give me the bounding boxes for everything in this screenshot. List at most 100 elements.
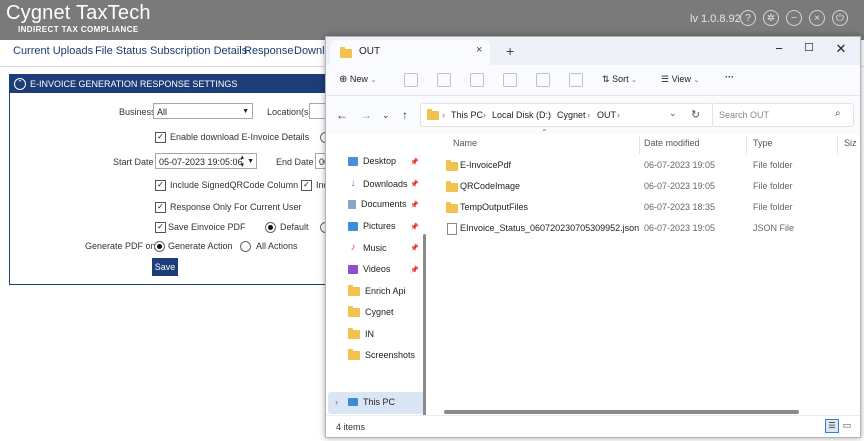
computer-icon [348, 398, 358, 406]
include-qr-checkbox[interactable]: ✓ [155, 180, 166, 191]
expand-chevron-icon[interactable]: › [335, 397, 338, 407]
column-divider[interactable] [837, 136, 838, 154]
folder-icon [348, 348, 360, 360]
address-bar[interactable]: › This PC › Local Disk (D:) › Cygnet › O… [420, 103, 714, 127]
file-row[interactable]: TempOutputFiles 06-07-2023 18:35 File fo… [432, 197, 852, 217]
pin-icon[interactable]: 📌 [410, 266, 419, 274]
up-icon[interactable]: ↑ [402, 108, 408, 122]
forward-icon[interactable]: → [360, 108, 372, 122]
minimize-icon[interactable]: − [786, 10, 802, 26]
nav-item-cygnet[interactable]: Cygnet [348, 305, 394, 317]
save-button[interactable]: Save [152, 258, 178, 276]
search-icon[interactable]: ⌕ [835, 108, 841, 119]
file-type: JSON File [753, 223, 795, 233]
business-value: All [157, 107, 168, 117]
pin-icon[interactable]: 📌 [410, 180, 419, 188]
more-options-button[interactable]: ··· [725, 72, 734, 82]
nav-item-downloads[interactable]: ↓ Downloads [348, 178, 408, 189]
details-view-icon[interactable]: ☰ [825, 419, 839, 433]
column-header-date[interactable]: Date modified [644, 138, 700, 148]
nav-item-label: Screenshots [365, 350, 416, 360]
delete-icon[interactable] [569, 73, 583, 87]
start-date-input[interactable]: 05-07-2023 19:05:06 ▴ ▾ ▼ [155, 153, 257, 169]
search-input[interactable]: Search OUT [719, 110, 769, 120]
nav-response[interactable]: Response [244, 45, 294, 57]
nav-item-music[interactable]: ♪ Music [348, 242, 387, 253]
breadcrumb-local-disk[interactable]: Local Disk (D:) [492, 110, 551, 120]
nav-scrollbar[interactable] [423, 234, 426, 437]
gear-icon[interactable]: ✲ [763, 10, 779, 26]
cut-icon[interactable] [404, 73, 418, 87]
business-select[interactable]: All ▼ [153, 103, 253, 119]
file-row[interactable]: E-InvoicePdf 06-07-2023 19:05 File folde… [432, 155, 852, 175]
sort-button[interactable]: ⇅ Sort ⌄ [602, 74, 637, 85]
folder-icon [446, 181, 458, 192]
column-header-size[interactable]: Siz [844, 138, 857, 148]
pin-icon[interactable]: 📌 [410, 223, 419, 231]
spin-icon[interactable]: ▴ ▾ [240, 154, 244, 170]
paste-icon[interactable] [470, 73, 484, 87]
recent-locations-icon[interactable]: ⌄ [382, 110, 390, 121]
nav-item-pictures[interactable]: Pictures [348, 221, 396, 231]
enable-download-checkbox[interactable]: ✓ [155, 132, 166, 143]
new-button[interactable]: ⊕ New ⌄ [339, 74, 376, 85]
file-name: E-InvoicePdf [460, 160, 512, 170]
pin-icon[interactable]: 📌 [410, 158, 419, 166]
new-tab-icon[interactable]: + [506, 43, 514, 59]
power-icon[interactable]: ⏻ [832, 10, 848, 26]
close-window-icon[interactable]: ✕ [826, 41, 856, 57]
close-icon[interactable]: × [809, 10, 825, 26]
nav-subscription-details[interactable]: Subscription Details [150, 45, 247, 57]
column-header-type[interactable]: Type [753, 138, 773, 148]
share-icon[interactable] [536, 73, 550, 87]
nav-current-uploads[interactable]: Current Uploads [13, 45, 93, 57]
address-dropdown-icon[interactable]: ⌄ [669, 108, 677, 119]
plus-circle-icon: ⊕ [339, 74, 348, 85]
file-row[interactable]: EInvoice_Status_060720230705309952.json … [432, 218, 852, 238]
nav-item-desktop[interactable]: Desktop [348, 156, 396, 166]
copy-icon[interactable] [437, 73, 451, 87]
nav-file-status[interactable]: File Status [95, 45, 147, 57]
tab-out[interactable]: OUT × [330, 40, 490, 65]
nav-item-videos[interactable]: Videos [348, 264, 390, 274]
sort-ascending-icon: ⌃ [541, 128, 548, 137]
nav-item-in[interactable]: IN [348, 327, 374, 339]
file-row[interactable]: QRCodeImage 06-07-2023 19:05 File folder [432, 176, 852, 196]
back-icon[interactable]: ← [336, 108, 348, 122]
default-radio[interactable] [265, 222, 276, 233]
pin-icon[interactable]: 📌 [410, 201, 419, 209]
column-header-name[interactable]: Name [453, 138, 477, 148]
nav-item-documents[interactable]: Documents [348, 199, 407, 209]
refresh-icon[interactable]: ↻ [691, 108, 700, 121]
view-button[interactable]: ☰ View ⌄ [661, 74, 699, 85]
nav-item-enrich-api[interactable]: Enrich Api [348, 284, 406, 296]
rename-icon[interactable] [503, 73, 517, 87]
generate-action-radio[interactable] [154, 241, 165, 252]
nav-item-this-pc[interactable]: This PC [348, 397, 395, 407]
panel-title: E-INVOICE GENERATION RESPONSE SETTINGS [30, 79, 238, 89]
horizontal-scrollbar[interactable] [444, 410, 799, 414]
file-date: 06-07-2023 18:35 [644, 202, 716, 212]
response-only-checkbox[interactable]: ✓ [155, 202, 166, 213]
pin-icon[interactable]: 📌 [410, 244, 419, 252]
chevron-down-icon: ⌄ [693, 77, 700, 84]
calendar-dropdown-icon[interactable]: ▼ [247, 154, 254, 170]
search-box[interactable]: Search OUT ⌕ [712, 103, 854, 127]
nav-item-screenshots[interactable]: Screenshots [348, 348, 416, 360]
column-divider[interactable] [746, 136, 747, 154]
column-divider[interactable] [639, 136, 640, 154]
nav-item-label: Pictures [363, 221, 396, 231]
include-other-checkbox[interactable]: ✓ [301, 180, 312, 191]
breadcrumb-this-pc[interactable]: This PC [451, 110, 483, 120]
save-pdf-checkbox[interactable]: ✓ [155, 222, 166, 233]
close-tab-icon[interactable]: × [476, 44, 482, 56]
breadcrumb-out[interactable]: OUT [597, 110, 616, 120]
panel-title-bar: ⌃ E-INVOICE GENERATION RESPONSE SETTINGS [10, 75, 340, 93]
all-actions-radio[interactable] [240, 241, 251, 252]
help-icon[interactable]: ? [740, 10, 756, 26]
breadcrumb-cygnet[interactable]: Cygnet [557, 110, 586, 120]
collapse-icon[interactable]: ⌃ [14, 78, 26, 90]
maximize-icon[interactable]: ☐ [794, 41, 824, 54]
minimize-icon[interactable]: − [764, 41, 794, 56]
tiles-view-icon[interactable]: ▭ [841, 419, 853, 431]
